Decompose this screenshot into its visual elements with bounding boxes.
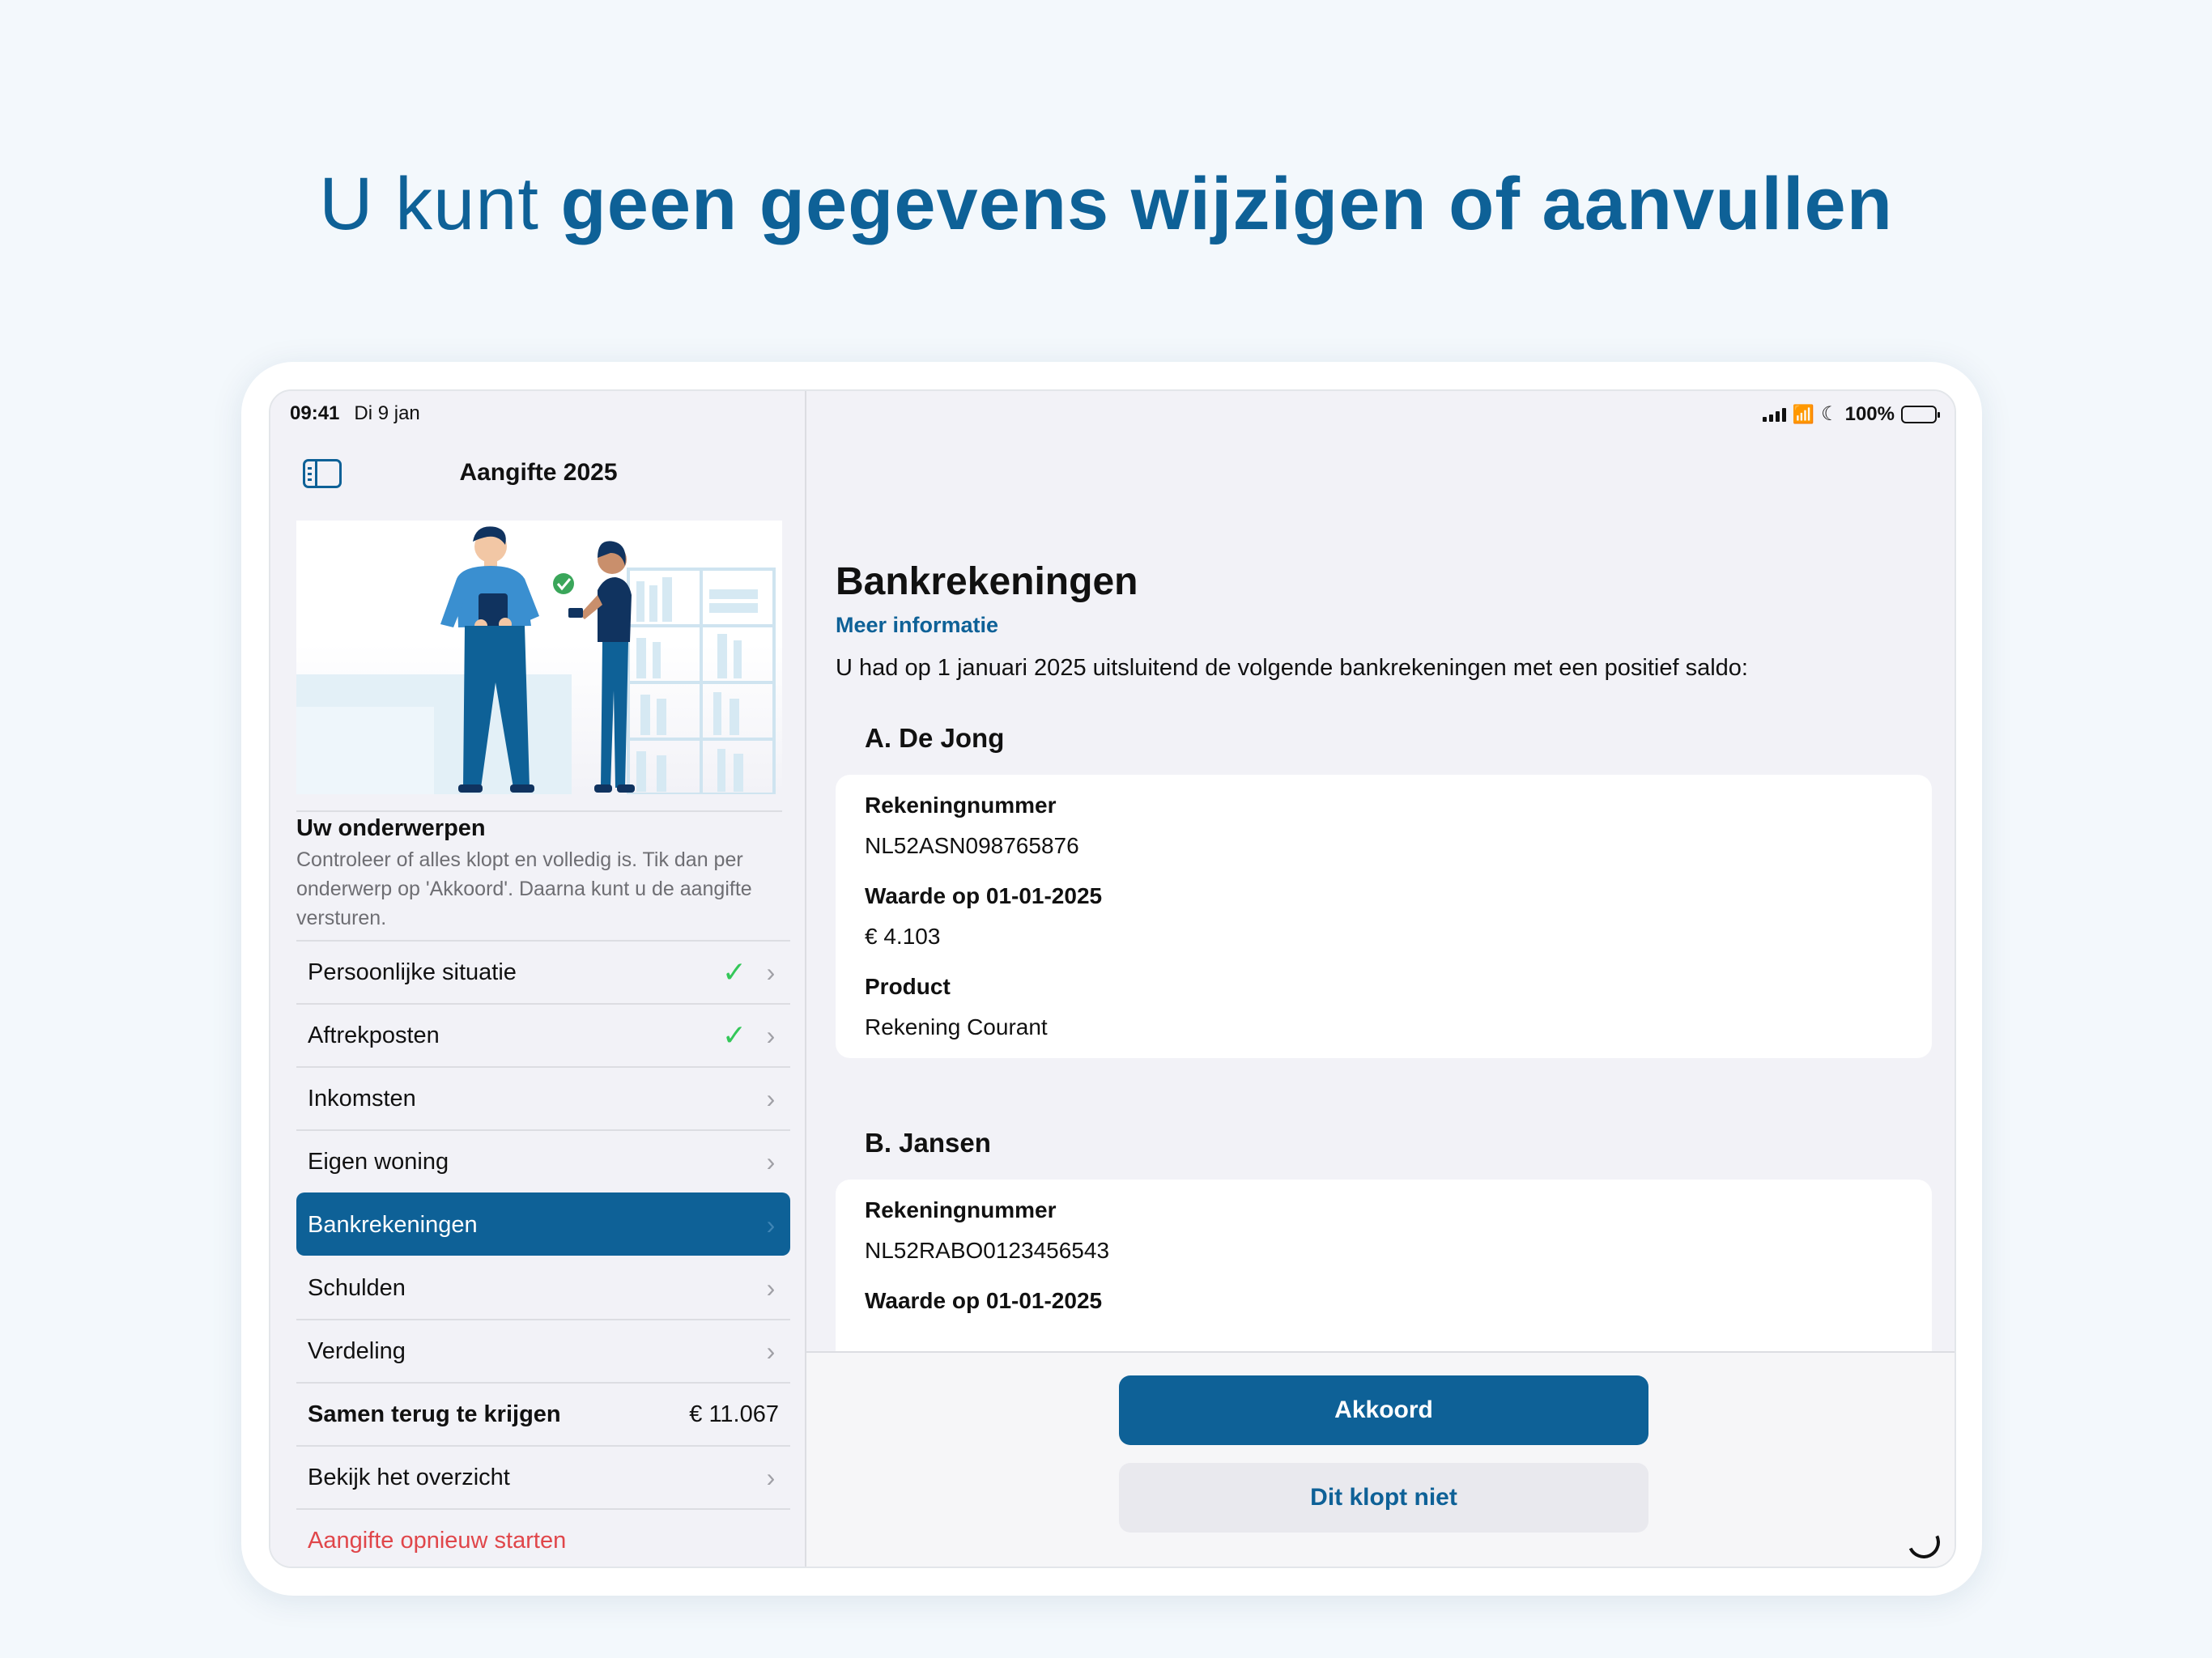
account-holder-name: B. Jansen	[865, 1128, 991, 1158]
topics-list: Persoonlijke situatie ✓ › Aftrekposten ✓…	[296, 940, 790, 1567]
sidebar-item-label: Persoonlijke situatie	[308, 959, 517, 985]
sidebar-item-label: Bankrekeningen	[308, 1211, 478, 1238]
restart-label: Aangifte opnieuw starten	[308, 1527, 567, 1554]
sidebar-item-aftrekposten[interactable]: Aftrekposten ✓ ›	[296, 1003, 790, 1066]
chevron-right-icon: ›	[766, 1083, 776, 1113]
restart-button[interactable]: Aangifte opnieuw starten	[296, 1508, 790, 1567]
sidebar-item-label: Inkomsten	[308, 1085, 416, 1112]
chevron-right-icon: ›	[766, 1273, 776, 1303]
chevron-right-icon: ›	[766, 957, 776, 987]
headline-bold: geen gegevens wijzigen of aanvullen	[560, 163, 1893, 245]
illustration	[296, 521, 782, 796]
checkmark-icon: ✓	[721, 955, 747, 988]
battery-percentage: 100%	[1844, 402, 1895, 425]
headline-light: U kunt	[319, 163, 561, 245]
field-label: Rekeningnummer	[865, 793, 1057, 818]
refund-total-label: Samen terug te krijgen	[308, 1401, 561, 1427]
topics-header: Uw onderwerpen Controleer of alles klopt…	[296, 810, 782, 933]
marketing-headline: U kunt geen gegevens wijzigen of aanvull…	[0, 162, 2212, 247]
sidebar-item-bankrekeningen[interactable]: Bankrekeningen ›	[296, 1192, 790, 1256]
tablet-screen: 09:41 Di 9 jan Aangifte 2025 Uw onderwer…	[269, 389, 1956, 1568]
sidebar-item-label: Schulden	[308, 1274, 406, 1301]
chevron-right-icon: ›	[766, 1020, 776, 1050]
sidebar-item-verdeling[interactable]: Verdeling ›	[296, 1319, 790, 1382]
sidebar-item-label: Eigen woning	[308, 1148, 449, 1175]
topics-title: Uw onderwerpen	[296, 815, 486, 841]
sidebar: 09:41 Di 9 jan Aangifte 2025 Uw onderwer…	[270, 391, 806, 1567]
account-holder-name: A. De Jong	[865, 723, 1005, 753]
field-value: Rekening Courant	[865, 1014, 1048, 1039]
chevron-right-icon: ›	[766, 1462, 776, 1492]
refund-total-amount: € 11.067	[689, 1401, 779, 1427]
overview-label: Bekijk het overzicht	[308, 1464, 510, 1490]
overview-link[interactable]: Bekijk het overzicht ›	[296, 1445, 790, 1508]
intro-text: U had op 1 januari 2025 uitsluitend de v…	[836, 655, 1748, 681]
chevron-right-icon: ›	[766, 1209, 776, 1239]
field-label: Waarde op 01-01-2025	[865, 1288, 1103, 1313]
cellular-signal-icon	[1762, 407, 1786, 422]
page-title: Bankrekeningen	[836, 560, 1138, 603]
loading-spinner-icon	[1903, 1521, 1945, 1563]
people-with-tablet-illustration	[296, 526, 776, 796]
status-bar-right: 📶 ☾ 100%	[1762, 402, 1940, 426]
sidebar-item-label: Verdeling	[308, 1337, 406, 1364]
sidebar-item-eigen-woning[interactable]: Eigen woning ›	[296, 1129, 790, 1192]
topics-description: Controleer of alles klopt en volledig is…	[296, 848, 752, 929]
wifi-icon: 📶	[1792, 403, 1815, 424]
field-label: Waarde op 01-01-2025	[865, 883, 1103, 908]
dit-klopt-niet-button[interactable]: Dit klopt niet	[1119, 1463, 1648, 1533]
field-label: Product	[865, 974, 951, 999]
battery-icon	[1901, 405, 1940, 423]
main-content: 📶 ☾ 100% Bankrekeningen Meer informatie …	[806, 391, 1955, 1567]
sidebar-item-persoonlijke-situatie[interactable]: Persoonlijke situatie ✓ ›	[296, 940, 790, 1003]
status-date: Di 9 jan	[354, 402, 420, 424]
status-bar-left: 09:41 Di 9 jan	[290, 402, 435, 425]
sidebar-item-label: Aftrekposten	[308, 1022, 440, 1048]
chevron-right-icon: ›	[766, 1146, 776, 1176]
moon-icon: ☾	[1821, 403, 1839, 425]
field-label: Rekeningnummer	[865, 1197, 1057, 1222]
bank-account-card: Rekeningnummer NL52ASN098765876 Waarde o…	[836, 775, 1932, 1058]
sidebar-item-inkomsten[interactable]: Inkomsten ›	[296, 1066, 790, 1129]
akkoord-button[interactable]: Akkoord	[1119, 1375, 1648, 1445]
sidebar-title: Aangifte 2025	[459, 459, 618, 486]
field-value: NL52RABO0123456543	[865, 1238, 1110, 1263]
sidebar-item-schulden[interactable]: Schulden ›	[296, 1256, 790, 1319]
refund-total-row: Samen terug te krijgen € 11.067	[296, 1382, 790, 1445]
status-time: 09:41	[290, 402, 340, 424]
action-footer: Akkoord Dit klopt niet	[806, 1351, 1955, 1567]
chevron-right-icon: ›	[766, 1336, 776, 1366]
field-value: € 4.103	[865, 924, 941, 949]
checkmark-icon: ✓	[721, 1018, 747, 1052]
more-info-link[interactable]: Meer informatie	[836, 613, 998, 638]
bank-account-card: Rekeningnummer NL52RABO0123456543 Waarde…	[836, 1180, 1932, 1374]
field-value: NL52ASN098765876	[865, 833, 1079, 858]
